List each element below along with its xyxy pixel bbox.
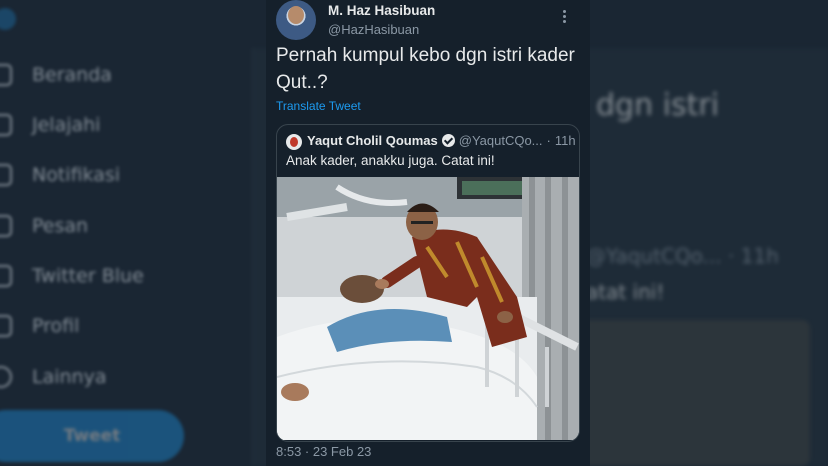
- hospital-photo-illustration: [277, 177, 579, 440]
- nav-label: Twitter Blue: [32, 265, 144, 287]
- background-tweet-text: dgn istri: [596, 88, 720, 123]
- tweet-card[interactable]: M. Haz Hasibuan @HazHasibuan Pernah kump…: [266, 0, 590, 466]
- quote-photo[interactable]: [277, 177, 579, 440]
- nav-item-beranda[interactable]: Beranda: [0, 57, 112, 93]
- tweet-text: Pernah kumpul kebo dgn istri kader Qut..…: [276, 45, 575, 93]
- author-handle[interactable]: @HazHasibuan: [328, 22, 419, 37]
- nav-label: Lainnya: [32, 366, 107, 388]
- quote-text: Anak kader, anakku juga. Catat ini!: [286, 153, 495, 168]
- tweet-header: M. Haz Hasibuan @HazHasibuan: [276, 0, 580, 44]
- nav-label: Beranda: [32, 64, 112, 86]
- nav-item-twitter-blue[interactable]: Twitter Blue: [0, 258, 144, 294]
- home-icon: [0, 64, 12, 86]
- quote-time: 11h: [554, 133, 576, 148]
- more-options-icon[interactable]: [554, 6, 574, 26]
- quote-header: Yaqut Cholil Qoumas @YaqutCQo... · 11h: [307, 133, 576, 148]
- nav-label: Notifikasi: [32, 164, 121, 186]
- mail-icon: [0, 215, 12, 237]
- nav-item-lainnya[interactable]: Lainnya: [0, 359, 106, 395]
- nav-item-notifikasi[interactable]: Notifikasi: [0, 157, 120, 193]
- twitter-blue-icon: [0, 265, 12, 287]
- background-photo: [578, 320, 810, 466]
- nav-item-jelajahi[interactable]: Jelajahi: [0, 107, 100, 143]
- nav-label: Profil: [32, 315, 80, 337]
- nav-label: Pesan: [32, 215, 89, 237]
- background-sidebar: Beranda Jelajahi Notifikasi Pesan Twitte…: [0, 0, 260, 466]
- separator-dot: ·: [546, 133, 551, 148]
- bell-icon: [0, 164, 12, 186]
- background-quote-handle: @YaqutCQo... · 11h: [586, 244, 779, 268]
- hashtag-icon: [0, 114, 12, 136]
- quoted-tweet[interactable]: Yaqut Cholil Qoumas @YaqutCQo... · 11h A…: [276, 124, 580, 442]
- author-name[interactable]: M. Haz Hasibuan: [328, 3, 435, 18]
- quote-author-name: Yaqut Cholil Qoumas: [307, 133, 438, 148]
- nav-item-profil[interactable]: Profil: [0, 308, 79, 344]
- quote-author-handle: @YaqutCQo...: [458, 133, 543, 148]
- tweet-timestamp[interactable]: 8:53 · 23 Feb 23: [276, 444, 371, 459]
- translate-tweet-link[interactable]: Translate Tweet: [276, 99, 361, 113]
- more-circle-icon: [0, 366, 12, 388]
- avatar[interactable]: [276, 0, 316, 40]
- tweet-button[interactable]: Tweet: [0, 410, 184, 462]
- person-icon: [0, 315, 12, 337]
- background-quote-text: atat ini!: [586, 280, 665, 304]
- twitter-logo-icon: [0, 8, 16, 30]
- nav-item-pesan[interactable]: Pesan: [0, 208, 88, 244]
- verified-badge-icon: [441, 134, 455, 147]
- nav-label: Jelajahi: [32, 114, 101, 136]
- quote-avatar[interactable]: [286, 134, 302, 150]
